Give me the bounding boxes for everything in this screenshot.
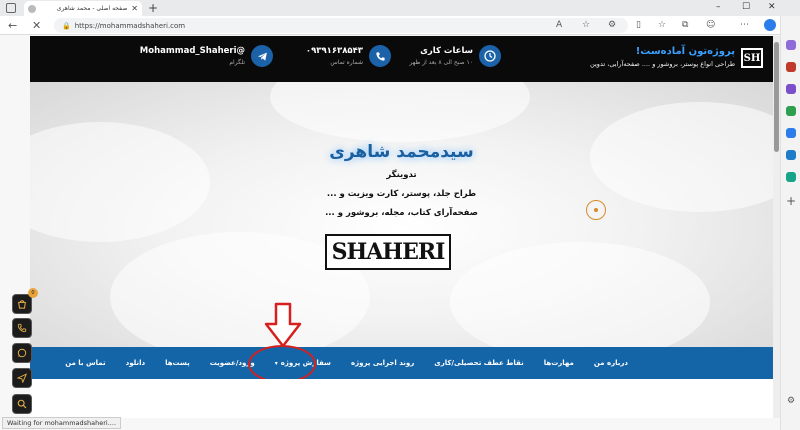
browser-tab[interactable]: صفحه اصلی - محمد شاهری ✕ bbox=[24, 1, 142, 16]
promo-subtitle: طراحی انواع پوستر، بروشور و .... صفحه‌آر… bbox=[590, 60, 735, 68]
cloud-shape bbox=[270, 82, 530, 142]
cloud-shape bbox=[450, 242, 710, 347]
whatsapp-icon bbox=[17, 348, 27, 358]
telegram-handle[interactable]: @Mohammad_Shaheri bbox=[140, 46, 245, 56]
phone-icon[interactable] bbox=[369, 45, 391, 67]
hero-role-3: صفحه‌آرای کتاب، مجله، بروشور و ... bbox=[325, 208, 478, 218]
favicon-icon bbox=[28, 4, 36, 13]
send-icon bbox=[17, 373, 27, 383]
phone-number[interactable]: ۰۹۳۹۱۶۳۸۵۴۳ bbox=[306, 46, 363, 56]
cart-count-badge: 0 bbox=[28, 288, 38, 298]
annotation-arrow-icon bbox=[264, 302, 302, 348]
stop-loading-icon[interactable]: ✕ bbox=[32, 18, 41, 33]
lock-icon: 🔒 bbox=[62, 21, 71, 30]
url-field[interactable]: 🔒 https://mohammadshaheri.com bbox=[54, 18, 628, 33]
status-bar: Waiting for mohammadshaheri.... bbox=[2, 417, 122, 429]
scrollbar-thumb[interactable] bbox=[774, 42, 779, 152]
browser-tab-strip: صفحه اصلی - محمد شاهری ✕ + – ☐ ✕ bbox=[0, 0, 800, 16]
sidebar-tools-icon[interactable] bbox=[786, 84, 796, 94]
hours-title: ساعات کاری bbox=[420, 46, 473, 56]
favorites-icon[interactable]: ☆ bbox=[658, 19, 666, 31]
maximize-button[interactable]: ☐ bbox=[742, 2, 750, 12]
promo-block: پروژه‌تون آماده‌ست! طراحی انواع پوستر، ب… bbox=[590, 46, 735, 68]
telegram-info: @Mohammad_Shaheri تلگرام bbox=[140, 45, 273, 67]
back-icon[interactable]: ← bbox=[8, 18, 17, 33]
sidebar-shopping-icon[interactable] bbox=[786, 62, 796, 72]
annotation-circle bbox=[248, 345, 316, 383]
sidebar-settings-icon[interactable]: ⚙ bbox=[786, 396, 796, 406]
hero-role-2: طراح جلد، پوستر، کارت ویزیت و ... bbox=[326, 189, 477, 199]
workspaces-icon[interactable] bbox=[6, 3, 16, 13]
hero-section: سیدمحمد شاهری تدوینگر طراح جلد، پوستر، ک… bbox=[30, 82, 773, 347]
call-button[interactable] bbox=[12, 318, 32, 338]
close-window-button[interactable]: ✕ bbox=[768, 2, 776, 12]
hours-subtitle: ۱۰ صبح الی ۸ بعد از ظهر bbox=[409, 59, 473, 66]
content-below-nav bbox=[30, 379, 773, 418]
top-info-bar: SH پروژه‌تون آماده‌ست! طراحی انواع پوستر… bbox=[30, 36, 773, 82]
read-aloud-icon[interactable]: A bbox=[556, 19, 562, 31]
favorite-star-icon[interactable]: ☆ bbox=[582, 19, 590, 31]
nav-process[interactable]: روند اجرایی پروژه bbox=[351, 359, 414, 367]
cursor-dot bbox=[594, 208, 598, 212]
site-logo[interactable]: SH bbox=[741, 48, 763, 68]
profile-icon[interactable]: ☺ bbox=[706, 19, 715, 31]
copilot-icon[interactable] bbox=[764, 19, 776, 31]
browser-sidebar: + ⚙ bbox=[780, 16, 800, 430]
phone-icon bbox=[17, 323, 27, 333]
cart-icon bbox=[18, 300, 26, 309]
web-page: SH پروژه‌تون آماده‌ست! طراحی انواع پوستر… bbox=[30, 36, 773, 418]
sidebar-search-icon[interactable] bbox=[786, 40, 796, 50]
tab-close-icon[interactable]: ✕ bbox=[131, 4, 138, 13]
phone-info: ۰۹۳۹۱۶۳۸۵۴۳ شماره تماس bbox=[306, 45, 391, 67]
nav-posts[interactable]: پست‌ها bbox=[165, 359, 190, 367]
telegram-label: تلگرام bbox=[229, 59, 245, 66]
split-screen-icon[interactable]: ▯ bbox=[636, 19, 641, 31]
search-button[interactable] bbox=[12, 394, 32, 414]
tab-title: صفحه اصلی - محمد شاهری bbox=[56, 5, 128, 12]
nav-milestones[interactable]: نقاط عطف تحصیلی/کاری bbox=[434, 359, 523, 367]
sidebar-add-icon[interactable]: + bbox=[786, 195, 796, 207]
sidebar-games-icon[interactable] bbox=[786, 106, 796, 116]
promo-title: پروژه‌تون آماده‌ست! bbox=[635, 46, 735, 57]
working-hours-info: ساعات کاری ۱۰ صبح الی ۸ بعد از ظهر bbox=[409, 45, 501, 67]
url-text: https://mohammadshaheri.com bbox=[74, 21, 186, 30]
sidebar-outlook-icon[interactable] bbox=[786, 150, 796, 160]
hero-role-1: تدوینگر bbox=[386, 170, 417, 180]
hero-name: سیدمحمد شاهری bbox=[329, 142, 474, 162]
telegram-button[interactable] bbox=[12, 368, 32, 388]
extensions-icon[interactable]: ⚙ bbox=[608, 19, 616, 31]
phone-label: شماره تماس bbox=[330, 59, 363, 66]
search-icon bbox=[17, 399, 27, 409]
collections-icon[interactable]: ⧉ bbox=[682, 19, 688, 31]
page-scrollbar[interactable] bbox=[773, 36, 780, 418]
nav-skills[interactable]: مهارت‌ها bbox=[544, 359, 574, 367]
nav-contact[interactable]: تماس با من bbox=[65, 359, 105, 367]
nav-download[interactable]: دانلود bbox=[126, 359, 145, 367]
clock-icon bbox=[479, 45, 501, 67]
sidebar-drop-icon[interactable] bbox=[786, 172, 796, 182]
whatsapp-button[interactable] bbox=[12, 343, 32, 363]
address-bar: ← ✕ 🔒 https://mohammadshaheri.com A ☆ ⚙ … bbox=[0, 16, 800, 35]
main-nav: درباره من مهارت‌ها نقاط عطف تحصیلی/کاری … bbox=[30, 347, 773, 379]
cloud-shape bbox=[30, 122, 210, 242]
more-menu-icon[interactable]: ⋯ bbox=[740, 19, 749, 31]
sidebar-office-icon[interactable] bbox=[786, 128, 796, 138]
minimize-button[interactable]: – bbox=[716, 2, 721, 12]
shaheri-logo: SHAHERI bbox=[325, 234, 451, 270]
nav-about[interactable]: درباره من bbox=[594, 359, 628, 367]
new-tab-button[interactable]: + bbox=[148, 1, 158, 15]
telegram-icon[interactable] bbox=[251, 45, 273, 67]
